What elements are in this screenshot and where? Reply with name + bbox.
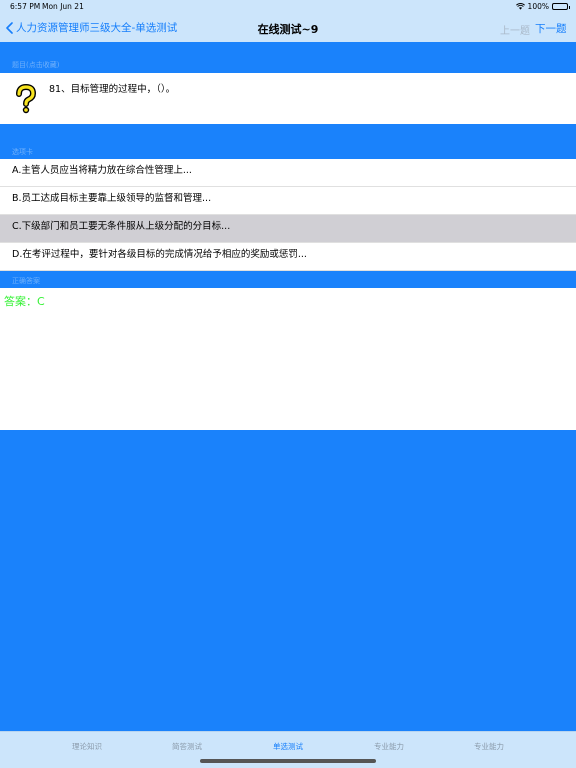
back-button-label: 人力资源管理师三级大全-单选测试 bbox=[16, 22, 178, 34]
answer-section-header: 正确答案 bbox=[0, 272, 576, 288]
navigation-bar: 人力资源管理师三级大全-单选测试 在线测试~9 上一题 下一题 bbox=[0, 13, 576, 42]
tab-single-choice-test[interactable]: 单选测试 bbox=[238, 741, 338, 752]
question-text: 81、目标管理的过程中，（）。 bbox=[49, 84, 176, 95]
back-button[interactable]: 人力资源管理师三级大全-单选测试 bbox=[6, 20, 177, 35]
previous-question-button[interactable]: 上一题 bbox=[500, 22, 530, 37]
tab-short-answer-test[interactable]: 简答测试 bbox=[137, 741, 237, 752]
battery-icon bbox=[552, 3, 570, 10]
question-mark-icon bbox=[16, 84, 37, 114]
tab-theory-knowledge[interactable]: 理论知识 bbox=[37, 741, 137, 752]
tab-professional-ability-1[interactable]: 专业能力 bbox=[339, 741, 439, 752]
question-row[interactable]: 81、目标管理的过程中，（）。 bbox=[0, 73, 576, 124]
answer-area: 答案：C bbox=[0, 288, 576, 430]
status-time: 6:57 PM bbox=[10, 2, 41, 11]
status-date: Mon Jun 21 bbox=[42, 2, 84, 11]
option-d[interactable]: D.在考评过程中，要针对各级目标的完成情况给予相应的奖励或惩罚... bbox=[0, 243, 576, 271]
wifi-icon bbox=[515, 3, 525, 10]
status-right: 100% bbox=[515, 2, 570, 11]
chevron-left-icon bbox=[6, 21, 13, 34]
question-section-header: 题目(点击收藏) bbox=[0, 42, 576, 73]
option-a[interactable]: A.主管人员应当将精力放在综合性管理上... bbox=[0, 159, 576, 187]
battery-percent: 100% bbox=[527, 2, 549, 11]
home-indicator bbox=[200, 759, 376, 763]
next-question-button[interactable]: 下一题 bbox=[535, 21, 567, 36]
option-b[interactable]: B.员工达成目标主要靠上级领导的监督和管理... bbox=[0, 187, 576, 215]
answer-text: 答案：C bbox=[4, 295, 45, 308]
option-c[interactable]: C.下级部门和员工要无条件服从上级分配的分目标... bbox=[0, 215, 576, 243]
tab-professional-ability-2[interactable]: 专业能力 bbox=[439, 741, 539, 752]
options-section-header: 选项卡 bbox=[0, 124, 576, 159]
status-bar: 6:57 PM Mon Jun 21 100% bbox=[0, 0, 576, 13]
